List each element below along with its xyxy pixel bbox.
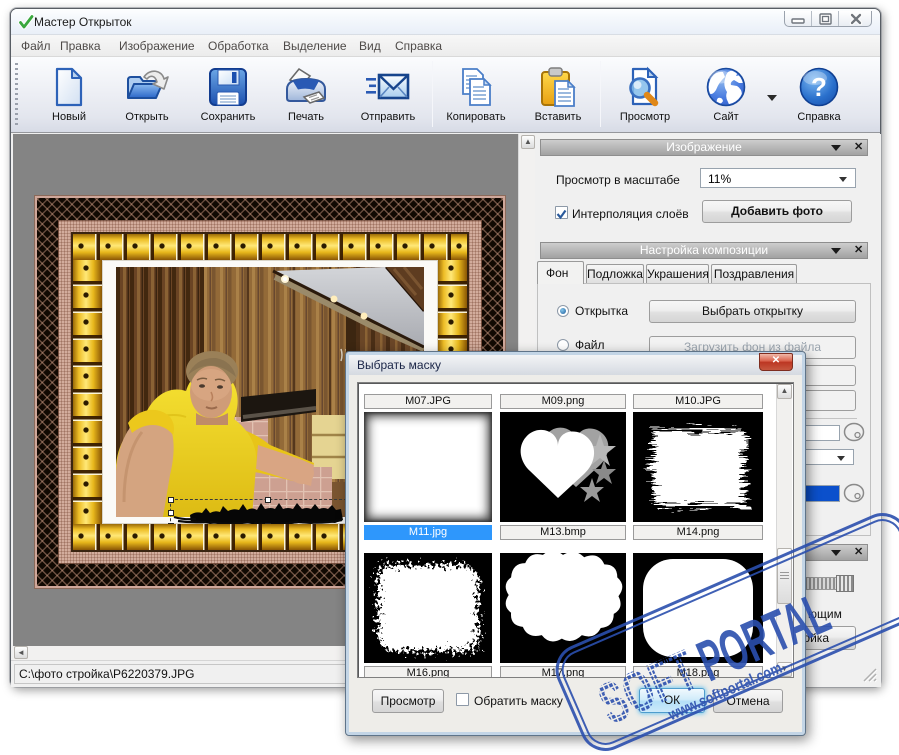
- svg-text:?: ?: [811, 72, 827, 102]
